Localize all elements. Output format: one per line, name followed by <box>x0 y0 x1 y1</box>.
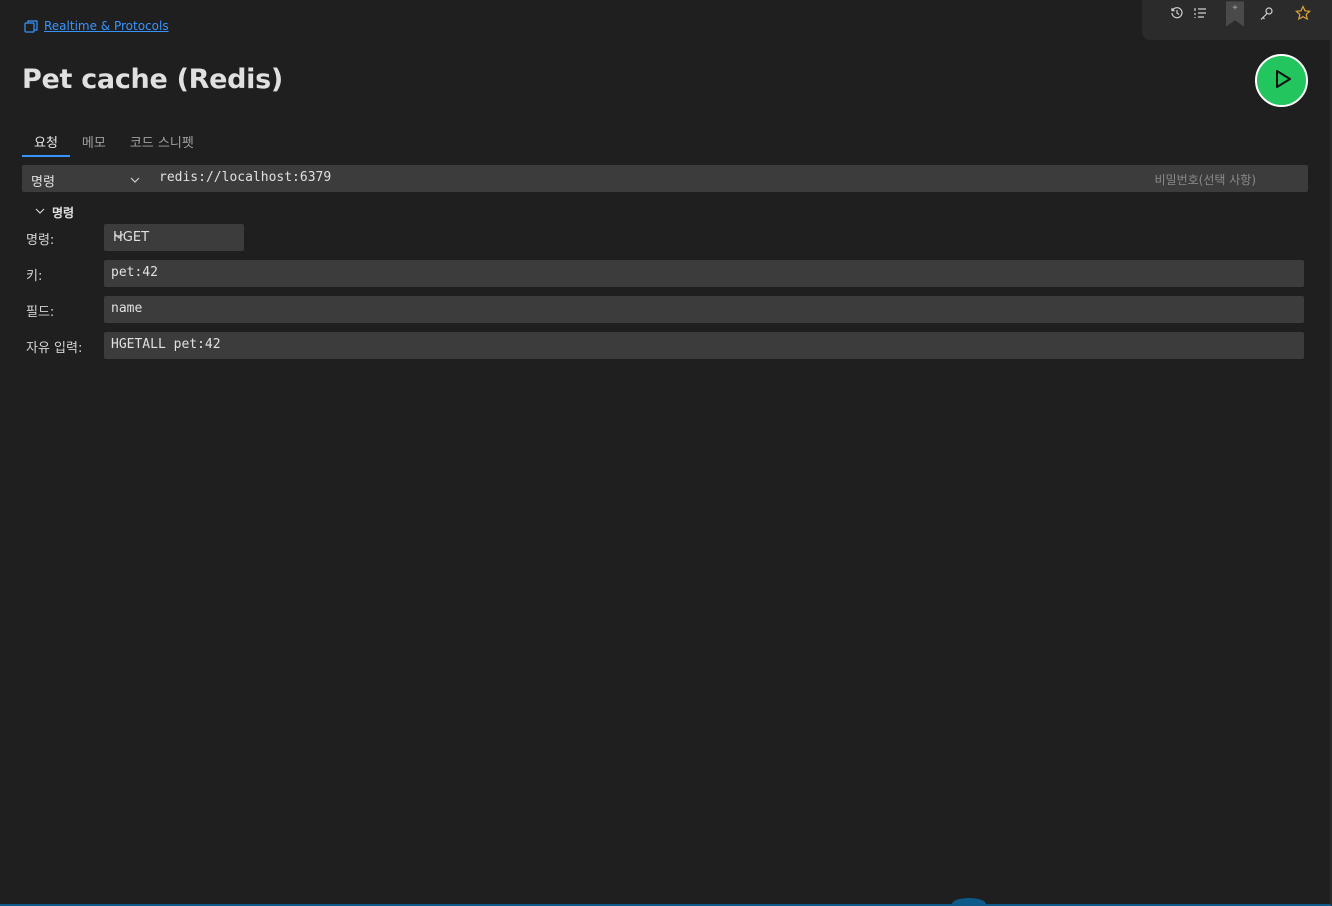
breadcrumb: Realtime & Protocols <box>24 17 169 35</box>
run-button[interactable] <box>1255 54 1308 107</box>
collection-icon <box>24 19 40 33</box>
command-label: 명령: <box>26 233 55 248</box>
field-value: name <box>111 301 143 316</box>
request-bar: 명령 redis://localhost:6379 비밀번호(선택 사항) <box>22 165 1308 192</box>
tab-memo[interactable]: 메모 <box>70 129 118 157</box>
raw-input-label: 자유 입력: <box>26 341 83 356</box>
tab-bar: 요청 메모 코드 스니펫 <box>22 129 206 157</box>
key-value: pet:42 <box>111 265 158 280</box>
history-icon[interactable] <box>1168 4 1186 22</box>
resize-handle[interactable] <box>952 898 986 906</box>
play-icon <box>1270 67 1294 95</box>
chevron-down-icon <box>113 230 232 246</box>
breadcrumb-link[interactable]: Realtime & Protocols <box>44 19 169 33</box>
section-label: 명령 <box>52 206 75 220</box>
field-label: 필드: <box>26 305 55 320</box>
url-input[interactable]: redis://localhost:6379 <box>159 170 331 185</box>
key-input[interactable]: pet:42 <box>104 260 1304 287</box>
list-icon[interactable] <box>1191 4 1209 22</box>
field-input[interactable]: name <box>104 296 1304 323</box>
chevron-down-icon <box>34 205 46 220</box>
password-input[interactable]: 비밀번호(선택 사항) <box>1155 171 1257 188</box>
tab-request[interactable]: 요청 <box>22 129 70 157</box>
bookmark-icon[interactable] <box>1226 0 1244 28</box>
raw-input[interactable]: HGETALL pet:42 <box>104 332 1304 359</box>
chevron-down-icon[interactable] <box>129 171 141 190</box>
raw-value: HGETALL pet:42 <box>111 337 221 352</box>
star-icon[interactable] <box>1294 4 1312 22</box>
request-type-select[interactable]: 명령 <box>31 171 55 190</box>
key-icon[interactable] <box>1257 4 1275 22</box>
top-toolbar <box>1142 0 1330 40</box>
tab-code-snippet[interactable]: 코드 스니펫 <box>118 129 206 157</box>
command-select[interactable]: HGET <box>104 224 244 251</box>
page-title: Pet cache (Redis) <box>22 64 283 95</box>
command-section-header[interactable]: 명령 <box>34 204 74 221</box>
key-label: 키: <box>26 269 43 284</box>
